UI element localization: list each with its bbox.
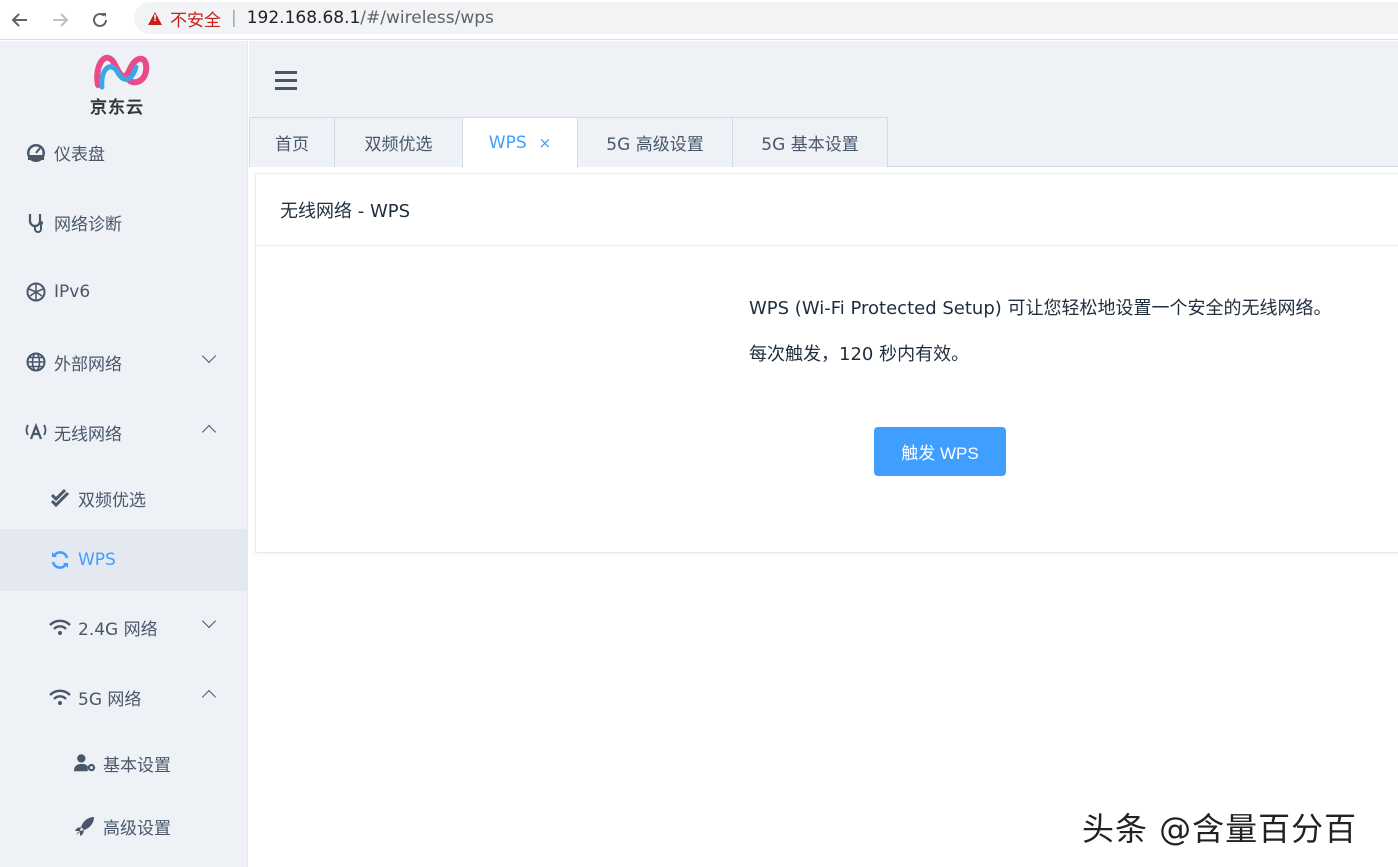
user-gear-icon: [73, 751, 97, 775]
sync-icon: [48, 548, 72, 572]
sidebar-item-basic-settings[interactable]: 基本设置: [0, 732, 248, 794]
network-globe-icon: [24, 280, 48, 304]
sidebar-item-ipv6[interactable]: IPv6: [0, 261, 248, 323]
sidebar-item-label: 双频优选: [78, 490, 146, 511]
double-check-icon: [48, 486, 72, 510]
sidebar-item-external-network[interactable]: 外部网络: [0, 331, 248, 393]
tab-label: 双频优选: [364, 135, 433, 155]
sidebar-item-label: 仪表盘: [54, 144, 105, 165]
rocket-icon: [73, 814, 97, 838]
forward-arrow-icon[interactable]: [40, 0, 80, 40]
sidebar-item-label: 网络诊断: [54, 214, 122, 235]
sidebar-item-advanced-settings[interactable]: 高级设置: [0, 795, 248, 857]
wifi-icon: [48, 685, 72, 709]
sidebar-item-5g-network[interactable]: 5G 网络: [0, 666, 248, 728]
sidebar-item-wps[interactable]: WPS: [0, 529, 248, 591]
chevron-down-icon: [201, 613, 217, 629]
wps-description: WPS (Wi-Fi Protected Setup) 可让您轻松地设置一个安全…: [749, 298, 1332, 319]
wps-panel: 无线网络 - WPS WPS (Wi-Fi Protected Setup) 可…: [255, 173, 1398, 553]
sidebar-item-label: 基本设置: [103, 755, 171, 776]
globe-icon: [24, 350, 48, 374]
watermark: 头条 @含量百分百: [1082, 810, 1358, 848]
dashboard-icon: [24, 140, 48, 164]
tab-label: 5G 高级设置: [606, 135, 704, 155]
url-host: 192.168.68.1: [246, 8, 361, 28]
sidebar-item-label: 2.4G 网络: [78, 619, 158, 640]
stethoscope-icon: [24, 210, 48, 234]
sidebar-item-wireless[interactable]: 无线网络: [0, 401, 248, 463]
sidebar-item-2-4g-network[interactable]: 2.4G 网络: [0, 596, 248, 658]
insecure-label[interactable]: 不安全: [170, 6, 221, 31]
sidebar-item-diagnostics[interactable]: 网络诊断: [0, 191, 248, 253]
logo-text: 京东云: [90, 98, 144, 118]
tab-5g-basic[interactable]: 5G 基本设置: [732, 117, 888, 167]
reload-icon[interactable]: [80, 0, 120, 40]
tab-label: 5G 基本设置: [761, 135, 859, 155]
sidebar-item-label: 5G 网络: [78, 689, 142, 710]
wps-validity-note: 每次触发，120 秒内有效。: [749, 344, 970, 365]
sidebar-item-dual-band[interactable]: 双频优选: [0, 467, 248, 529]
address-bar[interactable]: 不安全 | 192.168.68.1/#/wireless/wps: [134, 2, 1398, 34]
sidebar-item-label: 高级设置: [103, 818, 171, 839]
tab-wps[interactable]: WPS ×: [462, 117, 578, 168]
sidebar-item-label: 外部网络: [54, 354, 122, 375]
back-arrow-icon[interactable]: [0, 0, 40, 40]
sidebar-item-label: IPv6: [54, 282, 91, 302]
tab-home[interactable]: 首页: [249, 117, 335, 167]
url-path: /#/wireless/wps: [360, 8, 494, 28]
tab-dual-band[interactable]: 双频优选: [334, 117, 463, 167]
trigger-wps-button[interactable]: 触发 WPS: [874, 427, 1006, 476]
sidebar-item-label: 无线网络: [54, 424, 122, 445]
top-header: [249, 41, 1398, 117]
panel-title: 无线网络 - WPS: [256, 174, 1398, 246]
antenna-icon: [24, 420, 48, 444]
wifi-icon: [48, 615, 72, 639]
tab-bar: 首页 双频优选 WPS × 5G 高级设置 5G 基本设置: [249, 117, 1398, 168]
tab-5g-advanced[interactable]: 5G 高级设置: [577, 117, 733, 167]
chevron-up-icon: [201, 689, 217, 705]
warning-icon: [148, 11, 162, 25]
tab-label: WPS: [488, 133, 527, 153]
sidebar-item-dashboard[interactable]: 仪表盘: [0, 121, 248, 183]
sidebar: 京东云 仪表盘 网络诊断 IPv6 外部网络 无线网络 双频优选 WPS 2.4…: [0, 41, 248, 867]
browser-toolbar: 不安全 | 192.168.68.1/#/wireless/wps: [0, 0, 1398, 40]
sidebar-item-label: WPS: [78, 550, 116, 570]
hamburger-menu-icon[interactable]: [275, 71, 297, 91]
chevron-up-icon: [201, 424, 217, 440]
chevron-down-icon: [201, 348, 217, 364]
address-separator: |: [231, 8, 237, 28]
tab-label: 首页: [275, 135, 309, 155]
close-icon[interactable]: ×: [539, 134, 552, 152]
